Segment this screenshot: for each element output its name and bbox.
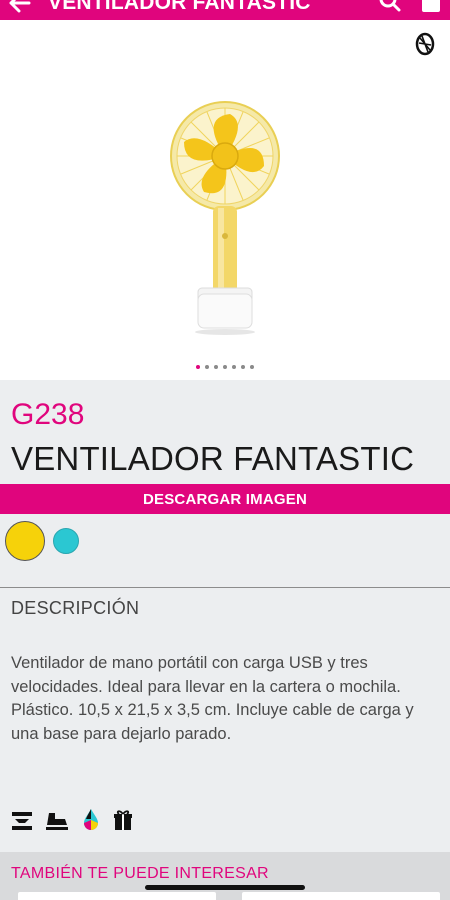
divider <box>0 587 450 588</box>
shopping-bag-icon <box>422 0 440 12</box>
pagination-dot[interactable] <box>214 365 218 369</box>
pad-print-icon <box>46 813 68 830</box>
description-text: Ventilador de mano portátil con carga US… <box>11 652 443 746</box>
product-gallery[interactable] <box>0 20 450 380</box>
print-technique-icons <box>11 808 133 832</box>
home-indicator[interactable] <box>145 885 305 890</box>
back-button[interactable] <box>0 0 40 20</box>
related-product-card[interactable] <box>18 892 216 900</box>
pagination-dot[interactable] <box>232 365 236 369</box>
search-button[interactable] <box>378 0 402 18</box>
gift-box-icon <box>114 810 132 830</box>
related-product-card[interactable] <box>242 892 440 900</box>
description-paragraph: Plástico. 10,5 x 21,5 x 3,5 cm. Incluye … <box>11 701 414 743</box>
related-section: TAMBIÉN TE PUEDE INTERESAR <box>0 852 450 900</box>
description-heading: DESCRIPCIÓN <box>11 598 140 618</box>
product-detail: G238 VENTILADOR FANTASTIC DESCARGAR IMAG… <box>0 380 450 900</box>
product-name: VENTILADOR FANTASTIC <box>11 440 415 477</box>
pagination-dot[interactable] <box>205 365 209 369</box>
app-bar: VENTILADOR FANTASTIC <box>0 0 450 20</box>
arrow-left-icon <box>9 0 31 13</box>
screen-print-icon <box>12 812 32 830</box>
description-paragraph: Ventilador de mano portátil con carga US… <box>11 654 401 696</box>
pagination-dot[interactable] <box>223 365 227 369</box>
color-swatch-cyan[interactable] <box>53 528 79 554</box>
color-swatch-yellow[interactable] <box>5 521 45 561</box>
related-title: TAMBIÉN TE PUEDE INTERESAR <box>11 865 269 882</box>
product-image <box>170 101 280 335</box>
color-swatches <box>5 521 79 561</box>
pagination-dot[interactable] <box>196 365 200 369</box>
cart-button[interactable] <box>420 0 442 18</box>
pagination-dot[interactable] <box>241 365 245 369</box>
brand-logo-icon <box>414 32 436 61</box>
search-icon <box>379 0 401 11</box>
pagination-dot[interactable] <box>250 365 254 369</box>
gallery-pagination <box>0 365 450 369</box>
color-print-icon <box>84 809 98 830</box>
page-title: VENTILADOR FANTASTIC <box>48 0 311 14</box>
product-code: G238 <box>11 398 85 431</box>
download-image-button[interactable]: DESCARGAR IMAGEN <box>0 484 450 514</box>
